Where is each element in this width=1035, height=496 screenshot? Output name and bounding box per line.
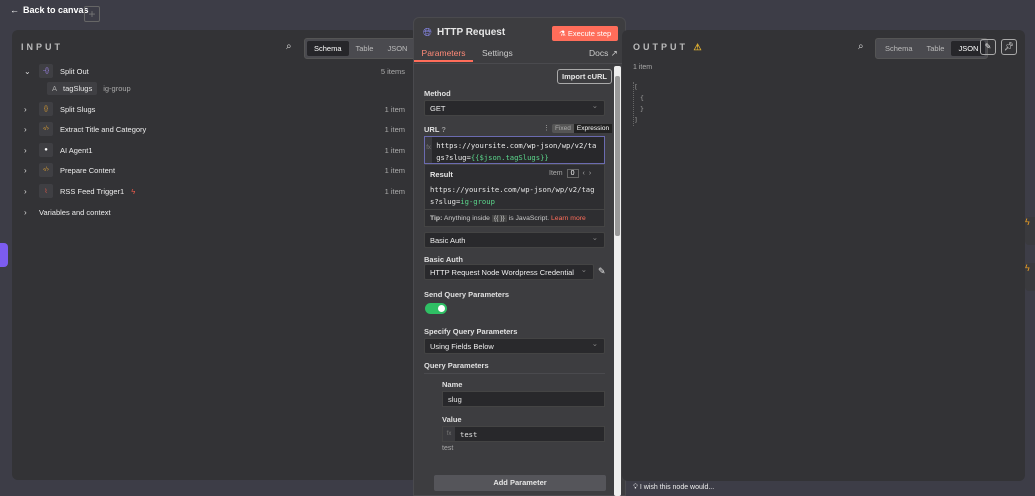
chevron-right-icon: › — [24, 165, 27, 175]
output-view-schema[interactable]: Schema — [878, 41, 920, 56]
globe-icon: 🌐︎ — [423, 27, 432, 39]
specify-query-label: Specify Query Parameters — [424, 327, 518, 336]
execute-step-button[interactable]: ⚗ Execute step — [552, 26, 619, 41]
code-icon: ‹/› — [39, 163, 53, 177]
input-view-schema[interactable]: Schema — [307, 41, 349, 56]
node-parameters-panel: 🌐︎ HTTP Request ⚗ Execute step Parameter… — [413, 17, 626, 496]
chevron-right-icon: › — [24, 207, 27, 217]
output-panel: OUTPUT ⚠ ⌕ Schema Table JSON ✎ 📌︎ 1 item… — [622, 30, 1025, 481]
tab-parameters[interactable]: Parameters — [414, 44, 473, 62]
node-row[interactable]: › ● AI Agent1 1 item — [24, 142, 405, 158]
rss-icon: ⌇ — [39, 184, 53, 198]
input-view-toggle: Schema Table JSON — [304, 38, 418, 59]
scrollbar[interactable] — [614, 66, 621, 496]
input-title: INPUT — [21, 42, 63, 52]
send-query-toggle[interactable] — [425, 303, 447, 314]
edit-credential-icon[interactable]: ✎ — [598, 266, 606, 277]
options-icon[interactable]: ⋮ — [543, 124, 550, 132]
mode-fixed[interactable]: Fixed — [552, 124, 574, 133]
url-label: URL ? — [424, 125, 446, 134]
pin-output-button[interactable]: 📌︎ — [1001, 39, 1017, 55]
warning-icon: ⚠ — [693, 42, 705, 52]
add-parameter-button[interactable]: Add Parameter — [434, 475, 606, 491]
string-type-icon: A — [52, 84, 58, 93]
fx-icon: fx — [443, 427, 455, 441]
node-row[interactable]: › ‹/› Prepare Content 1 item — [24, 162, 405, 178]
tab-settings[interactable]: Settings — [482, 44, 513, 62]
learn-more-link[interactable]: Learn more — [551, 215, 586, 222]
basic-auth-label: Basic Auth — [424, 255, 463, 264]
node-row[interactable]: ⌄ -{} Split Out 5 items — [24, 63, 405, 79]
node-row[interactable]: › ⌇ RSS Feed Trigger1 ϟ 1 item — [24, 183, 405, 199]
param-value-input[interactable]: fx test — [442, 426, 605, 442]
robot-icon: ● — [39, 143, 53, 157]
feedback-link[interactable]: 💡︎ I wish this node would... — [633, 484, 714, 492]
expression-result-popup: Result Item 0 ‹ › https://yoursite.com/wp-j… — [424, 164, 605, 227]
input-view-table[interactable]: Table — [349, 41, 381, 56]
input-view-json[interactable]: JSON — [380, 41, 414, 56]
query-params-label: Query Parameters — [424, 361, 489, 370]
add-button[interactable]: + — [84, 6, 100, 22]
output-view-table[interactable]: Table — [920, 41, 952, 56]
arrow-left-icon: ← — [10, 5, 19, 15]
output-title: OUTPUT ⚠ — [633, 42, 705, 52]
braces-icon: {} — [39, 102, 53, 116]
trigger-bolt-icon: ϟ — [131, 186, 136, 196]
variables-row[interactable]: › Variables and context — [24, 204, 405, 220]
method-select[interactable]: GET — [424, 100, 605, 116]
param-name-input[interactable]: slug — [442, 391, 605, 407]
node-row[interactable]: ›{} Split Slugs 1 item — [24, 101, 405, 117]
canvas-node-icon: ϟ — [1025, 217, 1035, 245]
chevron-down-icon: ⌄ — [24, 66, 31, 76]
param-value-preview: test — [442, 445, 454, 452]
side-handle[interactable] — [0, 243, 8, 267]
pencil-icon: ✎ — [984, 42, 992, 51]
output-view-toggle: Schema Table JSON — [875, 38, 989, 59]
split-out-icon: -{} — [39, 64, 53, 78]
external-link-icon: ↗ — [610, 48, 618, 58]
import-curl-button[interactable]: Import cURL — [557, 69, 612, 84]
pin-icon: 📌︎ — [1003, 42, 1015, 51]
flask-icon: ⚗ — [559, 29, 568, 38]
help-icon: ? — [441, 125, 446, 134]
lightbulb-icon: 💡︎ — [633, 484, 640, 491]
output-count: 1 item — [633, 64, 653, 71]
send-query-label: Send Query Parameters — [424, 290, 510, 299]
docs-link[interactable]: Docs ↗ — [589, 44, 618, 62]
specify-query-select[interactable]: Using Fields Below — [424, 338, 605, 354]
search-icon[interactable]: ⌕ — [858, 41, 864, 52]
node-row[interactable]: › ‹/› Extract Title and Category 1 item — [24, 121, 405, 137]
next-item-icon[interactable]: › — [589, 170, 591, 177]
canvas-node-icon: ϟ — [1025, 263, 1035, 291]
search-icon[interactable]: ⌕ — [286, 41, 292, 52]
node-title: HTTP Request — [437, 27, 506, 38]
param-value-label: Value — [442, 415, 462, 424]
url-expression-input[interactable]: fx https://yoursite.com/wp-json/wp/v2/ta… — [424, 136, 605, 164]
chevron-right-icon: › — [24, 145, 27, 155]
prev-item-icon[interactable]: ‹ — [583, 170, 585, 177]
chevron-right-icon: › — [24, 186, 27, 196]
fx-icon: fx — [425, 137, 433, 163]
chevron-right-icon: › — [24, 104, 27, 114]
back-to-canvas-link[interactable]: ← Back to canvas — [10, 5, 89, 15]
chevron-right-icon: › — [24, 124, 27, 134]
mode-expression[interactable]: Expression — [573, 124, 613, 133]
param-name-label: Name — [442, 380, 463, 389]
url-mode-toggle: Fixed Expression — [552, 124, 613, 133]
authentication-select[interactable]: Basic Auth — [424, 232, 605, 248]
json-view: [{}] — [633, 82, 644, 126]
schema-field[interactable]: AtagSlugs ig-group — [47, 82, 131, 95]
method-label: Method — [424, 89, 451, 98]
code-icon: ‹/› — [39, 122, 53, 136]
credential-select[interactable]: HTTP Request Node Wordpress Credential — [424, 264, 594, 280]
item-index-input[interactable]: 0 — [566, 169, 579, 178]
edit-output-button[interactable]: ✎ — [980, 39, 996, 55]
input-panel: INPUT ⌕ Schema Table JSON ⌄ -{} Split Out 5… — [12, 30, 418, 480]
